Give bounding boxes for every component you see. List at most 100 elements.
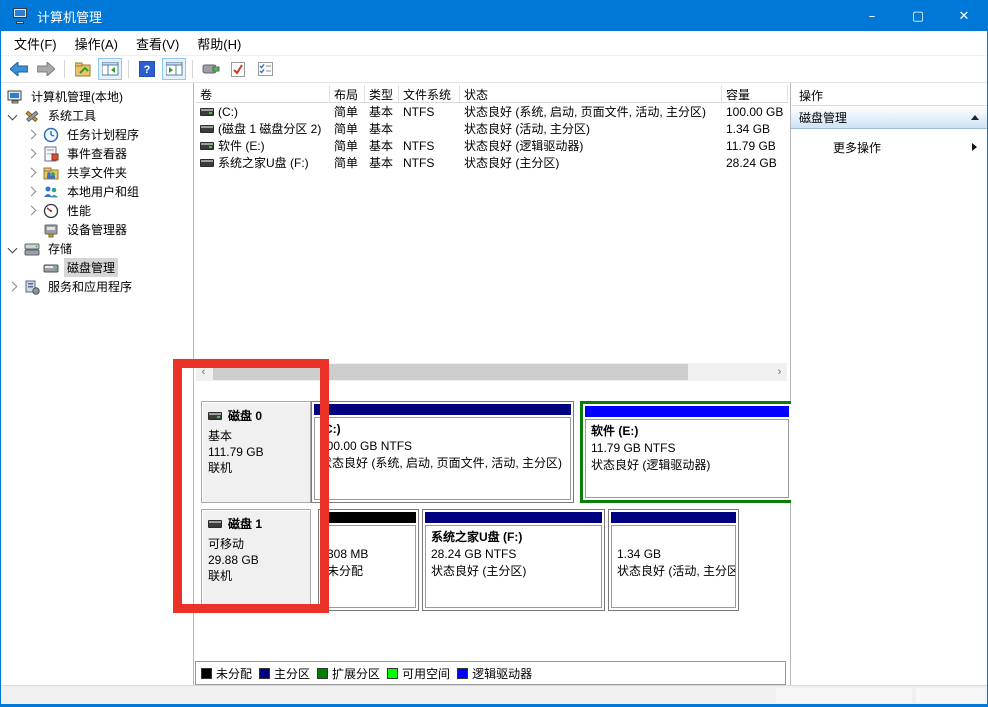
action-pane-toggle-icon[interactable]: [162, 58, 186, 80]
column-layout[interactable]: 布局: [330, 85, 365, 102]
legend-swatch-logical-drive: [457, 668, 468, 679]
status-segment: [916, 688, 985, 703]
actions-section-disk-management[interactable]: 磁盘管理: [791, 107, 987, 129]
toolbar: ?: [1, 56, 987, 83]
checklist-icon[interactable]: [253, 58, 277, 80]
tree-item-event-viewer[interactable]: 事件查看器: [1, 144, 193, 163]
tree-item-label: 本地用户和组: [64, 182, 142, 201]
tree-item-performance[interactable]: 性能: [1, 201, 193, 220]
disk-management-icon: [43, 260, 59, 276]
tree-item-label: 任务计划程序: [64, 125, 142, 144]
tree-item-device-manager[interactable]: 设备管理器: [1, 220, 193, 239]
volume-icon: [200, 159, 214, 167]
extended-partition-container[interactable]: 软件 (E:) 11.79 GB NTFS 状态良好 (逻辑驱动器): [580, 401, 794, 503]
chevron-right-icon[interactable]: [27, 149, 37, 159]
chevron-right-icon[interactable]: [27, 168, 37, 178]
horizontal-scrollbar[interactable]: ‹ ›: [196, 363, 787, 381]
partition-color-bar: [425, 512, 602, 523]
disk-name: 磁盘 0: [228, 407, 262, 424]
tree-item-label: 计算机管理(本地): [28, 87, 126, 106]
disk-1-row: 磁盘 1 可移动 29.88 GB 联机 308 MB 未分配 系统之家U盘 (…: [201, 509, 787, 611]
tree-item-storage[interactable]: 存储: [1, 239, 193, 258]
partition-c[interactable]: (C:) 100.00 GB NTFS 状态良好 (系统, 启动, 页面文件, …: [311, 401, 574, 503]
maximize-button[interactable]: ▢: [895, 1, 941, 31]
forward-arrow-icon[interactable]: [34, 58, 58, 80]
actions-pane: 操作 磁盘管理 更多操作: [791, 83, 987, 687]
minimize-button[interactable]: –: [849, 1, 895, 31]
back-arrow-icon[interactable]: [7, 58, 31, 80]
scroll-right-icon[interactable]: ›: [772, 363, 787, 381]
local-users-icon: [43, 184, 59, 200]
close-button[interactable]: ✕: [941, 1, 987, 31]
status-bar: [1, 685, 987, 704]
partition-disk1-part2[interactable]: 1.34 GB 状态良好 (活动, 主分区): [608, 509, 739, 611]
legend-swatch-extended: [317, 668, 328, 679]
partition-status: 状态良好 (逻辑驱动器): [591, 457, 783, 474]
volume-icon: [200, 125, 214, 133]
partition-status: 状态良好 (系统, 启动, 页面文件, 活动, 主分区): [320, 455, 565, 472]
disk-0-row: 磁盘 0 基本 111.79 GB 联机 (C:) 100.00 GB NTFS…: [201, 401, 787, 503]
column-status[interactable]: 状态: [460, 85, 722, 102]
tree-item-label: 存储: [45, 239, 75, 258]
more-actions-item[interactable]: 更多操作: [791, 137, 987, 157]
disk-1-info-panel[interactable]: 磁盘 1 可移动 29.88 GB 联机: [201, 509, 311, 611]
tree-item-services-applications[interactable]: 服务和应用程序: [1, 277, 193, 296]
partition-status: 状态良好 (主分区): [431, 563, 596, 580]
partition-size: 308 MB: [327, 546, 410, 563]
legend-swatch-free-space: [387, 668, 398, 679]
scrollbar-thumb[interactable]: [213, 364, 688, 380]
volume-icon: [200, 108, 214, 116]
partition-color-bar: [321, 512, 416, 523]
volume-row-c[interactable]: (C:) 简单 基本 NTFS 状态良好 (系统, 启动, 页面文件, 活动, …: [196, 103, 788, 120]
chevron-right-icon[interactable]: [27, 130, 37, 140]
tree-item-disk-management[interactable]: 磁盘管理: [1, 258, 193, 277]
tree-item-system-tools[interactable]: 系统工具: [1, 106, 193, 125]
chevron-right-icon[interactable]: [27, 187, 37, 197]
column-type[interactable]: 类型: [365, 85, 399, 102]
legend-unallocated: 未分配: [201, 665, 252, 682]
chevron-right-icon[interactable]: [27, 206, 37, 216]
column-volume[interactable]: 卷: [196, 85, 330, 102]
tree-item-computer-management[interactable]: 计算机管理(本地): [1, 87, 193, 106]
column-filesystem[interactable]: 文件系统: [399, 85, 460, 102]
tree-item-shared-folders[interactable]: 共享文件夹: [1, 163, 193, 182]
legend-logical-drive: 逻辑驱动器: [457, 665, 532, 682]
volume-row-f[interactable]: 系统之家U盘 (F:) 简单 基本 NTFS 状态良好 (主分区) 28.24 …: [196, 154, 788, 171]
performance-icon: [43, 203, 59, 219]
toolbar-separator: [64, 60, 65, 78]
menu-view[interactable]: 查看(V): [127, 30, 188, 57]
window-bottom-border: [1, 704, 987, 706]
toolbar-separator: [192, 60, 193, 78]
check-document-icon[interactable]: [226, 58, 250, 80]
tree-item-local-users-groups[interactable]: 本地用户和组: [1, 182, 193, 201]
disk-management-pane: 卷 布局 类型 文件系统 状态 容量 (C:) 简单 基本 NTFS 状态良好 …: [194, 83, 791, 687]
help-icon[interactable]: ?: [135, 58, 159, 80]
status-segment: [776, 688, 912, 703]
submenu-arrow-icon: [972, 143, 977, 151]
disk-icon: [208, 412, 222, 420]
scroll-left-icon[interactable]: ‹: [196, 363, 211, 381]
device-icon[interactable]: [199, 58, 223, 80]
disk-kind: 基本: [208, 428, 304, 444]
chevron-down-icon[interactable]: [8, 111, 18, 121]
disk-0-info-panel[interactable]: 磁盘 0 基本 111.79 GB 联机: [201, 401, 311, 503]
menu-action[interactable]: 操作(A): [66, 30, 127, 57]
volume-row-disk1-part2[interactable]: (磁盘 1 磁盘分区 2) 简单 基本 状态良好 (活动, 主分区) 1.34 …: [196, 120, 788, 137]
volume-row-e[interactable]: 软件 (E:) 简单 基本 NTFS 状态良好 (逻辑驱动器) 11.79 GB: [196, 137, 788, 154]
console-tree-toggle-icon[interactable]: [98, 58, 122, 80]
legend-primary: 主分区: [259, 665, 310, 682]
chevron-down-icon[interactable]: [8, 244, 18, 254]
tree-item-label: 系统工具: [45, 106, 99, 125]
partition-name: (C:): [320, 421, 565, 438]
disk-kind: 可移动: [208, 536, 304, 552]
export-folder-icon[interactable]: [71, 58, 95, 80]
menu-file[interactable]: 文件(F): [5, 30, 66, 57]
menu-help[interactable]: 帮助(H): [188, 30, 250, 57]
device-manager-icon: [43, 222, 59, 238]
column-capacity[interactable]: 容量: [722, 85, 788, 102]
collapse-icon[interactable]: [971, 115, 979, 120]
tree-item-task-scheduler[interactable]: 任务计划程序: [1, 125, 193, 144]
partition-f[interactable]: 系统之家U盘 (F:) 28.24 GB NTFS 状态良好 (主分区): [422, 509, 605, 611]
chevron-right-icon[interactable]: [8, 282, 18, 292]
partition-unallocated[interactable]: 308 MB 未分配: [318, 509, 419, 611]
